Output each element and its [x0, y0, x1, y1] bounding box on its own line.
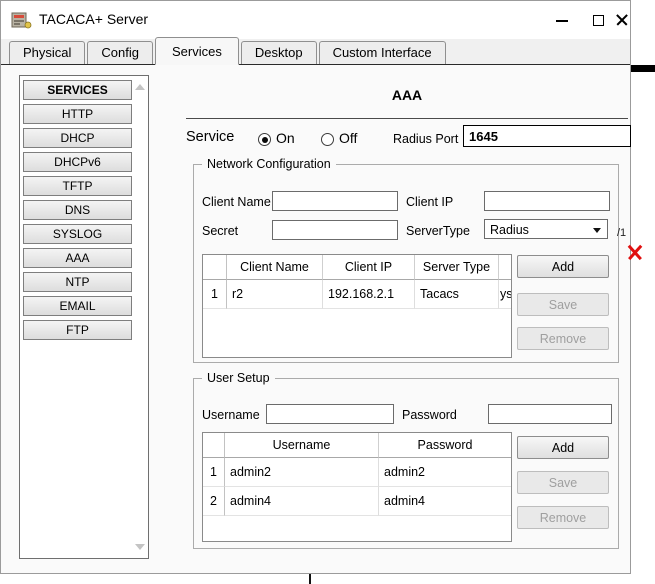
topology-link-line-bottom	[309, 574, 311, 584]
sidebar-item-tftp[interactable]: TFTP	[23, 176, 132, 196]
scroll-down-icon[interactable]	[135, 544, 145, 550]
server-type-selected-value: Radius	[490, 223, 529, 237]
tab-bar: Physical Config Services Desktop Custom …	[1, 39, 630, 65]
cell-server-type: Tacacs	[415, 280, 499, 309]
services-list: SERVICES HTTP DHCP DHCPv6 TFTP DNS SYSLO…	[23, 80, 132, 344]
interface-port-label: /1	[617, 227, 626, 239]
sidebar-header-services: SERVICES	[23, 80, 132, 100]
tab-config[interactable]: Config	[87, 41, 153, 64]
tab-services[interactable]: Services	[155, 37, 239, 65]
row-number-header	[203, 433, 225, 458]
server-type-select[interactable]: Radius	[484, 219, 608, 239]
sidebar-item-http[interactable]: HTTP	[23, 104, 132, 124]
minimize-button[interactable]	[545, 1, 579, 39]
user-setup-legend: User Setup	[202, 371, 275, 385]
tab-desktop[interactable]: Desktop	[241, 41, 317, 64]
radius-port-label: Radius Port	[393, 132, 458, 146]
client-name-input[interactable]	[272, 191, 398, 211]
sidebar-item-ftp[interactable]: FTP	[23, 320, 132, 340]
close-button[interactable]	[605, 1, 639, 39]
service-on-radio[interactable]	[258, 133, 271, 146]
sidebar-item-syslog[interactable]: SYSLOG	[23, 224, 132, 244]
sidebar-item-aaa[interactable]: AAA	[23, 248, 132, 268]
clients-table-header: Client Name Client IP Server Type	[203, 255, 511, 280]
screen: /1 TACACA+ Server Physical Config Servic…	[0, 0, 655, 584]
col-key-partial	[499, 255, 511, 280]
username-input[interactable]	[266, 404, 394, 424]
users-table-header: Username Password	[203, 433, 511, 458]
col-password: Password	[379, 433, 511, 458]
close-icon	[615, 13, 629, 27]
chevron-down-icon	[593, 228, 601, 233]
cell-password: admin2	[379, 458, 511, 487]
cell-password: admin4	[379, 487, 511, 516]
client-ip-label: Client IP	[406, 195, 453, 209]
page-title: AAA	[186, 87, 628, 103]
link-down-icon	[624, 242, 644, 262]
row-number: 1	[203, 458, 225, 487]
cell-client-ip: 192.168.2.1	[323, 280, 415, 309]
row-number-header	[203, 255, 227, 280]
service-off-radio[interactable]	[321, 133, 334, 146]
network-configuration-group: Network Configuration Client Name Client…	[193, 164, 619, 363]
services-sidebar: SERVICES HTTP DHCP DHCPv6 TFTP DNS SYSLO…	[19, 75, 149, 559]
topology-link-line	[630, 65, 655, 72]
cell-username: admin4	[225, 487, 379, 516]
user-add-button[interactable]: Add	[517, 436, 609, 459]
server-type-label: ServerType	[406, 224, 470, 238]
col-server-type: Server Type	[415, 255, 499, 280]
table-row[interactable]: 1 admin2 admin2	[203, 458, 511, 487]
user-setup-group: User Setup Username Password Username Pa…	[193, 378, 619, 549]
server-device-icon	[10, 9, 32, 31]
network-remove-button[interactable]: Remove	[517, 327, 609, 350]
users-table: Username Password 1 admin2 admin2 2 admi…	[202, 432, 512, 542]
secret-input[interactable]	[272, 220, 398, 240]
network-add-button[interactable]: Add	[517, 255, 609, 278]
password-input[interactable]	[488, 404, 612, 424]
network-configuration-legend: Network Configuration	[202, 157, 336, 171]
tab-custom-interface[interactable]: Custom Interface	[319, 41, 446, 64]
table-row[interactable]: 2 admin4 admin4	[203, 487, 511, 516]
minimize-icon	[556, 20, 568, 22]
sidebar-item-dhcpv6[interactable]: DHCPv6	[23, 152, 132, 172]
service-label: Service	[186, 129, 234, 145]
sidebar-item-dns[interactable]: DNS	[23, 200, 132, 220]
cell-key-partial: ys	[499, 280, 511, 309]
cell-client-name: r2	[227, 280, 323, 309]
server-config-window: TACACA+ Server Physical Config Services …	[0, 0, 631, 574]
title-divider	[186, 118, 628, 119]
password-label: Password	[402, 408, 457, 422]
client-name-label: Client Name	[202, 195, 271, 209]
client-ip-input[interactable]	[484, 191, 610, 211]
sidebar-item-ntp[interactable]: NTP	[23, 272, 132, 292]
col-client-name: Client Name	[227, 255, 323, 280]
sidebar-item-email[interactable]: EMAIL	[23, 296, 132, 316]
username-label: Username	[202, 408, 260, 422]
col-username: Username	[225, 433, 379, 458]
row-number: 1	[203, 280, 227, 309]
clients-table: Client Name Client IP Server Type 1 r2 1…	[202, 254, 512, 358]
scroll-up-icon[interactable]	[135, 84, 145, 90]
cell-username: admin2	[225, 458, 379, 487]
radius-port-input[interactable]	[463, 125, 631, 147]
radio-selected-dot	[262, 137, 268, 143]
user-save-button[interactable]: Save	[517, 471, 609, 494]
table-row[interactable]: 1 r2 192.168.2.1 Tacacs ys	[203, 280, 511, 309]
maximize-icon	[593, 15, 604, 26]
network-save-button[interactable]: Save	[517, 293, 609, 316]
service-off-label[interactable]: Off	[339, 130, 357, 146]
tab-physical[interactable]: Physical	[9, 41, 85, 64]
title-bar[interactable]: TACACA+ Server	[1, 1, 630, 39]
col-client-ip: Client IP	[323, 255, 415, 280]
user-remove-button[interactable]: Remove	[517, 506, 609, 529]
secret-label: Secret	[202, 224, 238, 238]
sidebar-item-dhcp[interactable]: DHCP	[23, 128, 132, 148]
window-title: TACACA+ Server	[39, 11, 148, 27]
row-number: 2	[203, 487, 225, 516]
service-on-label[interactable]: On	[276, 130, 295, 146]
